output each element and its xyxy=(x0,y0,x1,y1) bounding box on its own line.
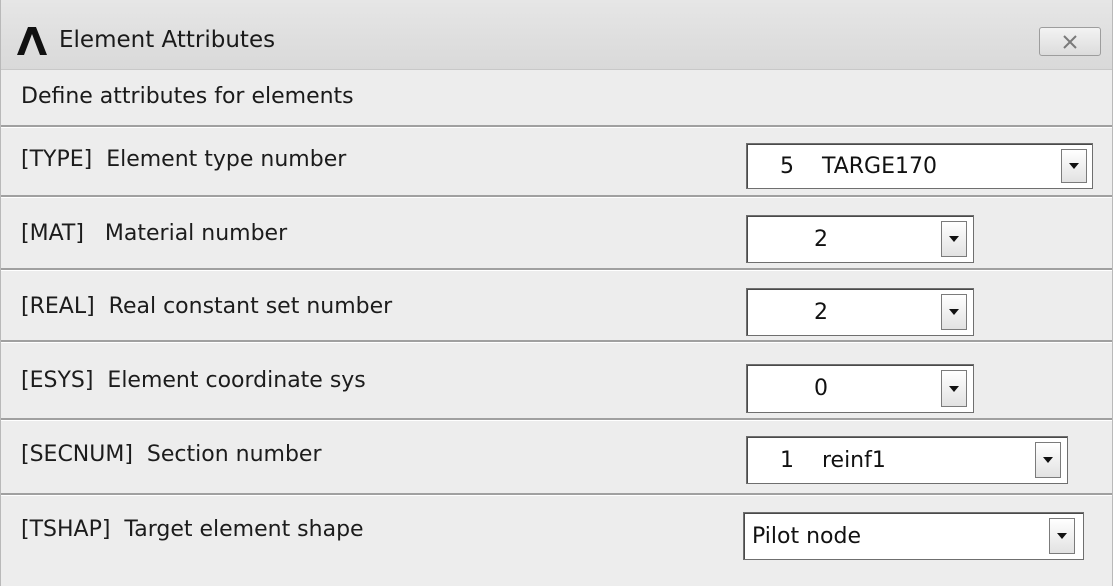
dropdown-arrow-icon[interactable] xyxy=(1035,442,1061,478)
close-icon xyxy=(1063,35,1077,49)
real-constant-select[interactable]: 2 xyxy=(746,288,974,336)
row-material: [MAT] Material number 2 xyxy=(1,195,1112,265)
target-element-shape-label: [TSHAP] Target element shape xyxy=(21,517,364,542)
section-number-value: 1 reinf1 xyxy=(780,447,886,473)
real-constant-label: [REAL] Real constant set number xyxy=(21,294,393,319)
dropdown-arrow-icon[interactable] xyxy=(1061,149,1087,183)
element-type-label: [TYPE] Element type number xyxy=(21,147,347,172)
dropdown-arrow-icon[interactable] xyxy=(941,370,967,407)
material-value: 2 xyxy=(814,226,828,252)
element-type-value: 5 TARGE170 xyxy=(780,153,937,179)
material-label: [MAT] Material number xyxy=(21,221,288,246)
element-coordinate-sys-value: 0 xyxy=(814,376,828,401)
row-element-type: [TYPE] Element type number 5 TARGE170 xyxy=(1,125,1112,195)
ansys-logo-icon xyxy=(17,27,47,55)
element-type-select[interactable]: 5 TARGE170 xyxy=(746,143,1093,189)
real-constant-value: 2 xyxy=(814,299,828,325)
element-attributes-dialog: Element Attributes Define attributes for… xyxy=(0,0,1113,586)
target-element-shape-select[interactable]: Pilot node xyxy=(743,512,1084,560)
dropdown-arrow-icon[interactable] xyxy=(1049,518,1075,554)
target-element-shape-value: Pilot node xyxy=(752,523,861,549)
row-element-coordinate-sys: [ESYS] Element coordinate sys 0 xyxy=(1,340,1112,418)
window-title: Element Attributes xyxy=(59,27,276,53)
section-number-label: [SECNUM] Section number xyxy=(21,442,322,467)
row-real-constant: [REAL] Real constant set number 2 xyxy=(1,268,1112,340)
dialog-description: Define attributes for elements xyxy=(21,84,354,109)
dropdown-arrow-icon[interactable] xyxy=(941,294,967,330)
dropdown-arrow-icon[interactable] xyxy=(941,221,967,257)
row-section-number: [SECNUM] Section number 1 reinf1 xyxy=(1,418,1112,500)
material-select[interactable]: 2 xyxy=(746,215,974,263)
close-button[interactable] xyxy=(1039,27,1101,56)
section-number-select[interactable]: 1 reinf1 xyxy=(746,436,1068,484)
row-target-element-shape: [TSHAP] Target element shape Pilot node xyxy=(1,493,1112,586)
element-coordinate-sys-label: [ESYS] Element coordinate sys xyxy=(21,368,366,393)
element-coordinate-sys-select[interactable]: 0 xyxy=(746,364,974,413)
title-bar[interactable]: Element Attributes xyxy=(1,0,1112,70)
